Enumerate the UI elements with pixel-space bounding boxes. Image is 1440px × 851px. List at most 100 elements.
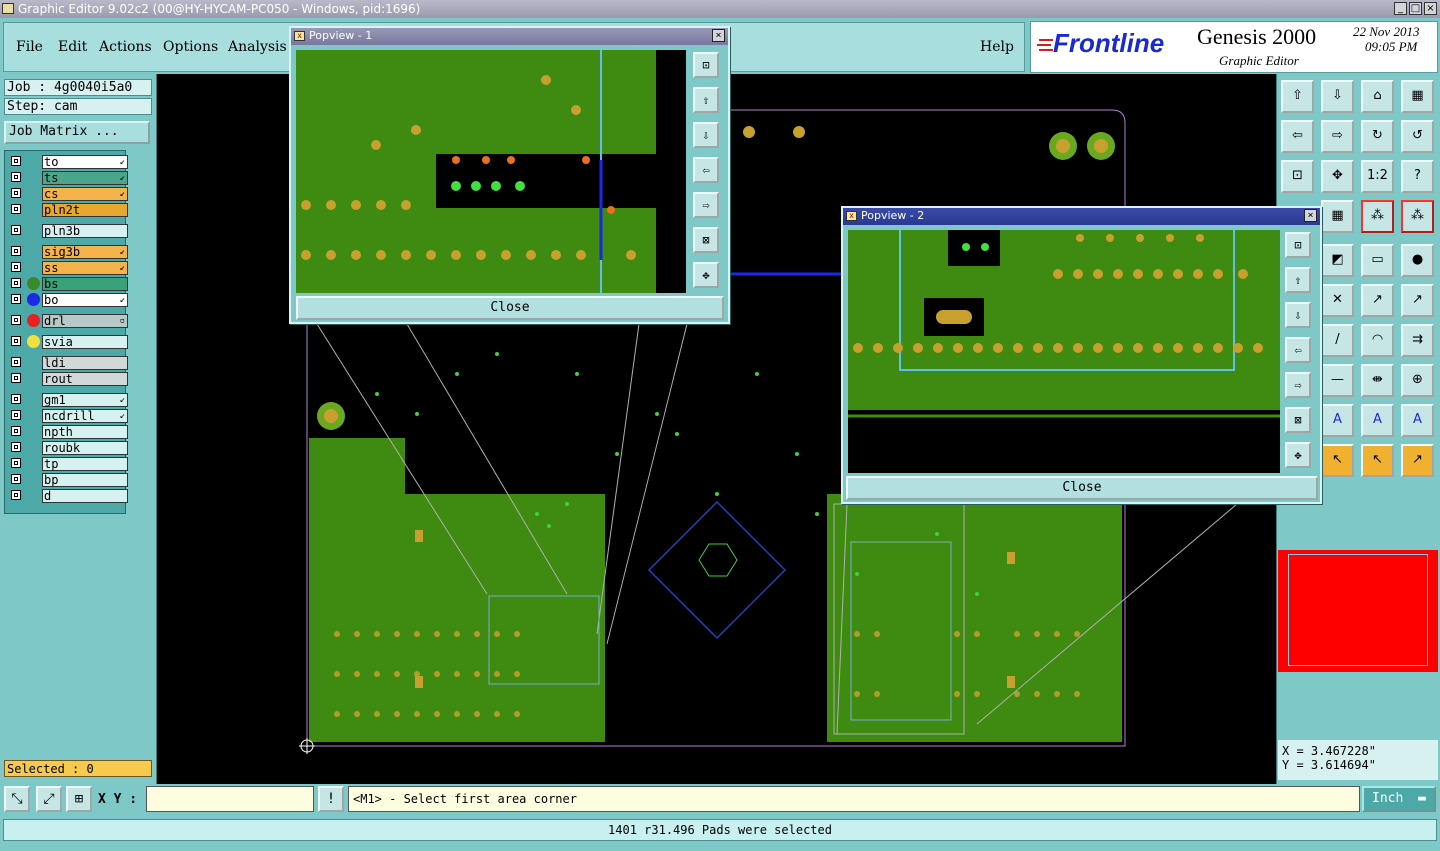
menu-options[interactable]: Options: [163, 39, 218, 55]
layer-name[interactable]: ncdrill ↙: [42, 409, 128, 423]
zoom-area-icon[interactable]: ⤡: [4, 786, 30, 812]
cross-icon[interactable]: ✕: [1321, 284, 1354, 317]
layer-checkbox[interactable]: [11, 188, 21, 198]
layer-checkbox[interactable]: [11, 394, 21, 404]
select-pointer-icon[interactable]: ↖: [1321, 444, 1354, 477]
layer-row-ts[interactable]: ts ↙: [8, 171, 128, 185]
popview-1-tool-2-icon[interactable]: ⇧: [693, 87, 719, 113]
layer-name[interactable]: roubk: [42, 441, 128, 455]
layer-name[interactable]: tp: [42, 457, 128, 471]
layer-checkbox[interactable]: [11, 156, 21, 166]
layer-checkbox[interactable]: [11, 474, 21, 484]
menu-edit[interactable]: Edit: [58, 39, 87, 55]
menu-analysis[interactable]: Analysis: [228, 39, 287, 55]
popview-1-tool-6-icon[interactable]: ⊠: [693, 227, 719, 253]
popview-2-canvas[interactable]: [848, 230, 1280, 473]
popview-2-tool-3-icon[interactable]: ⇩: [1285, 302, 1311, 328]
snap-grid-icon[interactable]: ▦: [1321, 200, 1354, 233]
popview-1-tool-4-icon[interactable]: ⇦: [693, 157, 719, 183]
pan-right-icon[interactable]: ⇨: [1321, 120, 1354, 153]
layer-checkbox[interactable]: [11, 278, 21, 288]
layer-row-gm1[interactable]: gm1 ↙: [8, 393, 128, 407]
undo-icon[interactable]: ↺: [1401, 120, 1434, 153]
layer-name[interactable]: bo ↙: [42, 293, 128, 307]
layer-checkbox[interactable]: [11, 294, 21, 304]
dimension-icon[interactable]: ⇼: [1361, 364, 1394, 397]
zoom-line-icon[interactable]: ⤢: [36, 786, 62, 812]
xy-input[interactable]: [146, 786, 314, 812]
layer-row-bp[interactable]: bp: [8, 473, 128, 487]
net-select-alt-icon[interactable]: ⁂: [1401, 200, 1434, 233]
overview-minimap[interactable]: [1278, 550, 1438, 672]
popview-1-tool-5-icon[interactable]: ⇨: [693, 192, 719, 218]
select-pointer-alt-icon[interactable]: ↖: [1361, 444, 1394, 477]
menu-help[interactable]: Help: [980, 39, 1014, 55]
select-net-icon[interactable]: ↗: [1401, 444, 1434, 477]
layer-row-ncdrill[interactable]: ncdrill ↙: [8, 409, 128, 423]
popview-2-close-button[interactable]: Close: [846, 476, 1318, 500]
popview-2-tool-5-icon[interactable]: ⇨: [1285, 372, 1311, 398]
layer-checkbox[interactable]: [11, 246, 21, 256]
menu-file[interactable]: File: [16, 39, 43, 55]
menu-actions[interactable]: Actions: [99, 39, 152, 55]
alert-button[interactable]: !: [318, 786, 344, 812]
text-icon[interactable]: A: [1321, 404, 1354, 437]
layer-checkbox[interactable]: [11, 410, 21, 420]
popview-2-tool-2-icon[interactable]: ⇧: [1285, 267, 1311, 293]
layer-row-bo[interactable]: bo ↙: [8, 293, 128, 307]
popview-2-tool-1-icon[interactable]: ⊡: [1285, 232, 1311, 258]
ruler-icon[interactable]: ▭: [1361, 244, 1394, 277]
arrow-pad-alt-icon[interactable]: ↗: [1401, 284, 1434, 317]
layer-name[interactable]: pln3b: [42, 224, 128, 238]
popview-1-tool-7-icon[interactable]: ✥: [693, 262, 719, 288]
layer-name[interactable]: d: [42, 489, 128, 503]
scale-icon[interactable]: 1:2: [1361, 160, 1394, 193]
help-icon[interactable]: ?: [1401, 160, 1434, 193]
grid-view-icon[interactable]: ▦: [1401, 80, 1434, 113]
layer-checkbox[interactable]: [11, 490, 21, 500]
layer-name[interactable]: ts ↙: [42, 171, 128, 185]
zoom-bottom-icon[interactable]: ⇩: [1321, 80, 1354, 113]
layer-row-drl[interactable]: drl ▫: [8, 314, 128, 328]
unit-selector[interactable]: Inch ▬: [1362, 786, 1436, 812]
arrow-pad-icon[interactable]: ↗: [1361, 284, 1394, 317]
layer-name[interactable]: ldi: [42, 356, 128, 370]
layer-name[interactable]: npth: [42, 425, 128, 439]
layer-name[interactable]: pln2t: [42, 203, 128, 217]
popview-1-close-button[interactable]: Close: [296, 296, 724, 320]
close-window-button[interactable]: ×: [1424, 2, 1437, 15]
pad-icon[interactable]: ●: [1401, 244, 1434, 277]
grid-snap-icon[interactable]: ⊞: [66, 786, 92, 812]
popview-2-tool-4-icon[interactable]: ⇦: [1285, 337, 1311, 363]
layer-name[interactable]: drl ▫: [42, 314, 128, 328]
layer-row-rout[interactable]: rout: [8, 372, 128, 386]
layer-checkbox[interactable]: [11, 172, 21, 182]
move-icon[interactable]: ✥: [1321, 160, 1354, 193]
route-icon[interactable]: ⇉: [1401, 324, 1434, 357]
popview-2-close-icon[interactable]: ×: [1304, 209, 1317, 222]
layer-name[interactable]: rout: [42, 372, 128, 386]
layer-row-ss[interactable]: ss ↙: [8, 261, 128, 275]
pan-left-icon[interactable]: ⇦: [1281, 120, 1314, 153]
net-select-icon[interactable]: ⁂: [1361, 200, 1394, 233]
layer-name[interactable]: cs ↙: [42, 187, 128, 201]
minimize-button[interactable]: _: [1394, 2, 1407, 15]
layer-row-bs[interactable]: bs: [8, 277, 128, 291]
layer-name[interactable]: ss ↙: [42, 261, 128, 275]
text-edit-icon[interactable]: A: [1401, 404, 1434, 437]
layer-row-svia[interactable]: svia: [8, 335, 128, 349]
layer-checkbox[interactable]: [11, 315, 21, 325]
layer-row-pln3b[interactable]: pln3b: [8, 224, 128, 238]
layer-name[interactable]: to ↙: [42, 155, 128, 169]
layer-checkbox[interactable]: [11, 336, 21, 346]
maximize-button[interactable]: □: [1409, 2, 1422, 15]
layer-name[interactable]: bp: [42, 473, 128, 487]
popview-1-close-icon[interactable]: ×: [712, 29, 725, 42]
layer-row-tp[interactable]: tp: [8, 457, 128, 471]
zoom-top-icon[interactable]: ⇧: [1281, 80, 1314, 113]
layer-row-roubk[interactable]: roubk: [8, 441, 128, 455]
popview-1-tool-1-icon[interactable]: ⊡: [693, 52, 719, 78]
layer-row-ldi[interactable]: ldi: [8, 356, 128, 370]
shapes-icon[interactable]: ⊕: [1401, 364, 1434, 397]
layer-checkbox[interactable]: [11, 426, 21, 436]
